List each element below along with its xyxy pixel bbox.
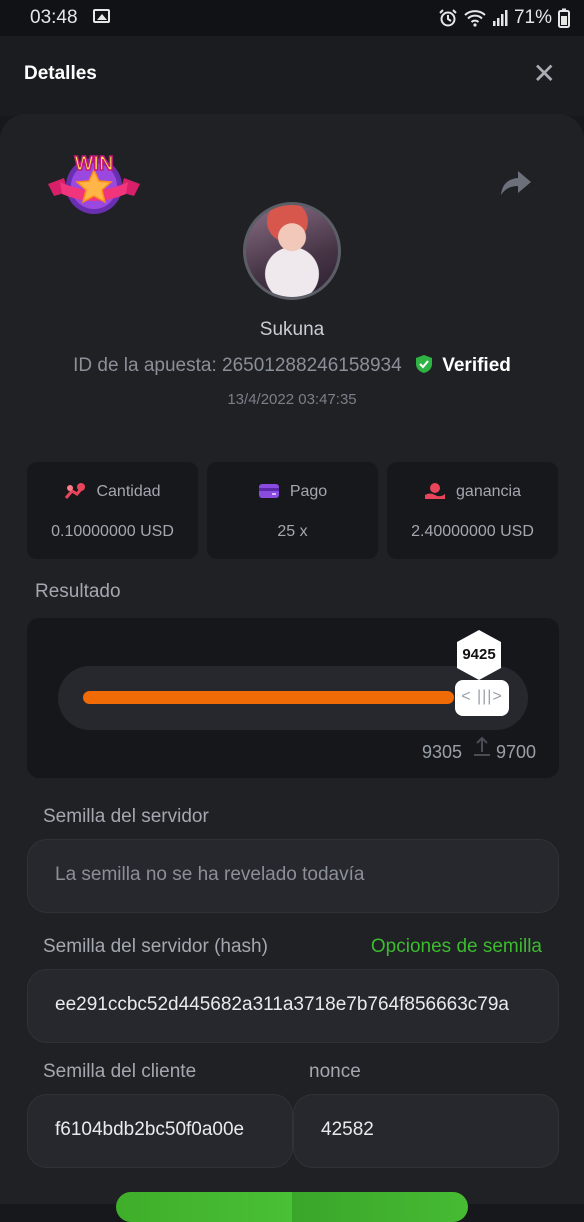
server-hash-label: Semilla del servidor (hash) <box>43 936 268 957</box>
bet-id-value: 26501288246158934 <box>222 355 402 376</box>
stat-value: 25 x <box>277 523 308 540</box>
bet-date: 13/4/2022 03:47:35 <box>227 391 357 408</box>
client-seed-value: f6104bdb2bc50f0a00e <box>55 1119 245 1140</box>
details-header: Detalles ✕ <box>0 36 584 116</box>
bottom-action-button[interactable] <box>116 1192 468 1222</box>
stat-card-ganancia: ganancia 2.40000000 USD <box>387 462 558 559</box>
coins-icon <box>65 483 86 499</box>
stat-label: Pago <box>289 483 328 500</box>
status-time: 03:48 <box>30 7 78 28</box>
nonce-value: 42582 <box>321 1119 374 1140</box>
result-fill <box>83 691 454 704</box>
seed-options-link[interactable]: Opciones de semilla <box>371 936 542 958</box>
page-title: Detalles <box>24 63 97 84</box>
battery-icon <box>558 8 570 28</box>
server-seed-field: La semilla no se ha revelado todavía <box>27 839 559 913</box>
result-label: Resultado <box>35 581 121 602</box>
handle-arrows-icon: < |||> <box>461 688 503 705</box>
avatar <box>243 202 341 300</box>
status-right: 71% <box>438 7 570 29</box>
stat-label: Cantidad <box>96 483 161 500</box>
win-badge-icon: WIN <box>48 152 140 214</box>
alarm-icon <box>439 9 457 27</box>
nonce-field[interactable]: 42582 <box>293 1094 559 1168</box>
share-icon[interactable] <box>500 169 532 197</box>
client-seed-field[interactable]: f6104bdb2bc50f0a00e <box>27 1094 293 1168</box>
battery-percent: 71% <box>513 7 552 28</box>
server-hash-field[interactable]: ee291ccbc52d445682a311a3718e7b764f856663… <box>27 969 559 1043</box>
close-icon[interactable]: ✕ <box>533 60 556 88</box>
verified-shield-icon <box>415 355 432 373</box>
target-arrow-icon <box>474 736 490 756</box>
result-max: 9700 <box>496 742 537 762</box>
result-target: 9305 <box>422 742 463 762</box>
gallery-icon <box>93 9 110 23</box>
card-icon <box>258 484 279 498</box>
client-seed-label: Semilla del cliente <box>43 1061 197 1082</box>
win-badge-text: WIN <box>75 153 114 175</box>
server-hash-value: ee291ccbc52d445682a311a3718e7b764f856663… <box>55 994 509 1015</box>
username: Sukuna <box>259 319 325 340</box>
signal-icon <box>492 10 508 26</box>
stat-value: 2.40000000 USD <box>411 523 534 540</box>
stat-card-pago: Pago 25 x <box>207 462 378 559</box>
hand-coin-icon <box>425 483 446 499</box>
wifi-icon <box>464 10 486 27</box>
server-seed-label: Semilla del servidor <box>43 806 209 827</box>
stat-label: ganancia <box>456 483 521 500</box>
server-seed-placeholder: La semilla no se ha revelado todavía <box>55 864 365 885</box>
bet-id-row: ID de la apuesta: 26501288246158934 Veri… <box>0 354 584 377</box>
slider-handle[interactable]: < |||> <box>455 680 509 716</box>
stat-card-cantidad: Cantidad 0.10000000 USD <box>27 462 198 559</box>
nonce-label: nonce <box>309 1061 361 1082</box>
status-bar: 03:48 71% <box>0 0 584 36</box>
result-value: 9425 <box>462 646 496 663</box>
bet-id-label: ID de la apuesta: <box>73 355 217 376</box>
verified-label: Verified <box>442 355 511 376</box>
stat-value: 0.10000000 USD <box>51 523 174 540</box>
